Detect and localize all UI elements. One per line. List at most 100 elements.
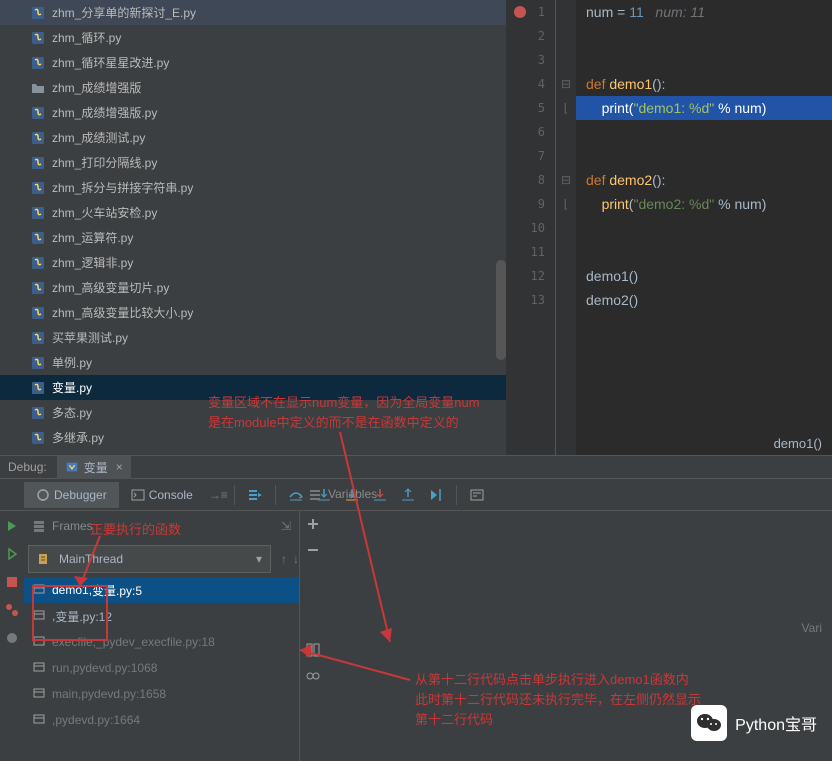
wechat-icon [691, 705, 727, 741]
frame-icon [32, 608, 46, 625]
folder-icon [30, 80, 46, 96]
next-frame-icon[interactable]: ↓ [293, 552, 299, 566]
step-out-icon[interactable] [400, 487, 416, 503]
frame-icon [32, 660, 46, 677]
console-tab[interactable]: Console [119, 482, 205, 508]
frame-item[interactable]: demo1, 变量.py:5 [24, 577, 299, 603]
file-item[interactable]: zhm_运算符.py [0, 225, 506, 250]
line-number[interactable]: 6 [506, 120, 555, 144]
debug-label: Debug: [8, 460, 47, 474]
python-file-icon [30, 355, 46, 371]
file-item[interactable]: zhm_拆分与拼接字符串.py [0, 175, 506, 200]
line-number[interactable]: 5 [506, 96, 555, 120]
run-to-cursor-icon[interactable] [428, 487, 444, 503]
python-file-icon [30, 205, 46, 221]
show-execution-point-icon[interactable] [247, 487, 263, 503]
file-item[interactable]: zhm_打印分隔线.py [0, 150, 506, 175]
frame-item[interactable]: run, pydevd.py:1068 [24, 655, 299, 681]
variables-placeholder: Vari [802, 621, 822, 635]
restore-icon[interactable]: ⇲ [281, 519, 291, 533]
python-file-icon [30, 30, 46, 46]
file-tree[interactable]: zhm_分享单的新探讨_E.pyzhm_循环.pyzhm_循环星星改进.pyzh… [0, 0, 506, 455]
line-number[interactable]: 10 [506, 216, 555, 240]
debug-tab-label: 变量 [84, 459, 108, 476]
resume-icon[interactable] [3, 545, 21, 563]
file-item[interactable]: zhm_成绩测试.py [0, 125, 506, 150]
python-file-icon [30, 430, 46, 446]
frame-icon [32, 582, 46, 599]
file-item[interactable]: 买苹果测试.py [0, 325, 506, 350]
evaluate-expression-icon[interactable] [469, 487, 485, 503]
file-item[interactable]: zhm_逻辑非.py [0, 250, 506, 275]
python-file-icon [30, 230, 46, 246]
layout-icon[interactable] [304, 641, 322, 659]
breadcrumb[interactable]: demo1() [774, 431, 822, 455]
python-file-icon [30, 180, 46, 196]
line-number[interactable]: 8 [506, 168, 555, 192]
python-file-icon [30, 155, 46, 171]
line-number[interactable]: 4 [506, 72, 555, 96]
code-editor[interactable]: 12345678910111213 ⊟⌊⊟⌊ num = 11 num: 11 … [506, 0, 832, 455]
file-item[interactable]: zhm_高级变量比较大小.py [0, 300, 506, 325]
frames-panel: Frames ⇲ MainThread ▾ ↑ ↓ demo1, 变量.py:5… [24, 511, 300, 761]
rerun-icon[interactable] [3, 517, 21, 535]
file-item[interactable]: zhm_循环星星改进.py [0, 50, 506, 75]
debugger-tab[interactable]: Debugger [24, 482, 119, 508]
line-number[interactable]: 12 [506, 264, 555, 288]
chevron-down-icon: ▾ [256, 552, 262, 566]
view-breakpoints-icon[interactable] [3, 601, 21, 619]
scrollbar[interactable] [496, 260, 506, 360]
frame-item[interactable]: execfile, _pydev_execfile.py:18 [24, 629, 299, 655]
frame-item[interactable]: , 变量.py:12 [24, 603, 299, 629]
file-item[interactable]: zhm_分享单的新探讨_E.py [0, 0, 506, 25]
frame-list[interactable]: demo1, 变量.py:5, 变量.py:12execfile, _pydev… [24, 577, 299, 733]
close-icon[interactable]: × [116, 460, 123, 474]
frame-icon [32, 686, 46, 703]
file-item[interactable]: 多继承.py [0, 425, 506, 450]
mute-breakpoints-icon[interactable] [3, 629, 21, 647]
code-text: num [586, 4, 613, 20]
python-file-icon [30, 305, 46, 321]
file-item[interactable]: 多态.py [0, 400, 506, 425]
frame-icon [32, 634, 46, 651]
code-area[interactable]: num = 11 num: 11 def demo1(): print("dem… [576, 0, 832, 455]
file-item[interactable]: zhm_火车站安检.py [0, 200, 506, 225]
line-gutter[interactable]: 12345678910111213 [506, 0, 556, 455]
python-file-icon [30, 405, 46, 421]
frame-item[interactable]: main, pydevd.py:1658 [24, 681, 299, 707]
stop-icon[interactable] [3, 573, 21, 591]
file-item[interactable]: zhm_循环.py [0, 25, 506, 50]
debug-side-controls [0, 511, 24, 761]
prev-frame-icon[interactable]: ↑ [281, 552, 287, 566]
python-file-icon [30, 255, 46, 271]
file-item[interactable]: 变量.py [0, 375, 506, 400]
file-item[interactable]: zhm_成绩增强版 [0, 75, 506, 100]
line-number[interactable]: 9 [506, 192, 555, 216]
python-file-icon [30, 5, 46, 21]
expand-icon[interactable]: →≡ [209, 488, 228, 502]
file-item[interactable]: 单例.py [0, 350, 506, 375]
file-item[interactable]: zhm_高级变量切片.py [0, 275, 506, 300]
breakpoint-icon[interactable] [514, 6, 526, 18]
line-number[interactable]: 1 [506, 0, 555, 24]
debug-tab[interactable]: 变量 × [57, 456, 131, 479]
file-item[interactable]: zhm_成绩增强版.py [0, 100, 506, 125]
glasses-icon[interactable] [304, 667, 322, 685]
add-watch-icon[interactable] [304, 515, 322, 533]
remove-watch-icon[interactable] [304, 541, 322, 559]
debug-header: Debug: 变量 × [0, 455, 832, 479]
inline-hint: num: 11 [655, 4, 705, 20]
debug-toolbar: Debugger Console →≡ [0, 479, 832, 511]
line-number[interactable]: 7 [506, 144, 555, 168]
line-number[interactable]: 2 [506, 24, 555, 48]
python-file-icon [30, 280, 46, 296]
frame-item[interactable]: , pydevd.py:1664 [24, 707, 299, 733]
python-file-icon [30, 55, 46, 71]
watermark: Python宝哥 [691, 705, 817, 741]
frame-icon [32, 712, 46, 729]
line-number[interactable]: 11 [506, 240, 555, 264]
python-file-icon [30, 380, 46, 396]
thread-selector[interactable]: MainThread ▾ [28, 545, 271, 573]
line-number[interactable]: 13 [506, 288, 555, 312]
line-number[interactable]: 3 [506, 48, 555, 72]
